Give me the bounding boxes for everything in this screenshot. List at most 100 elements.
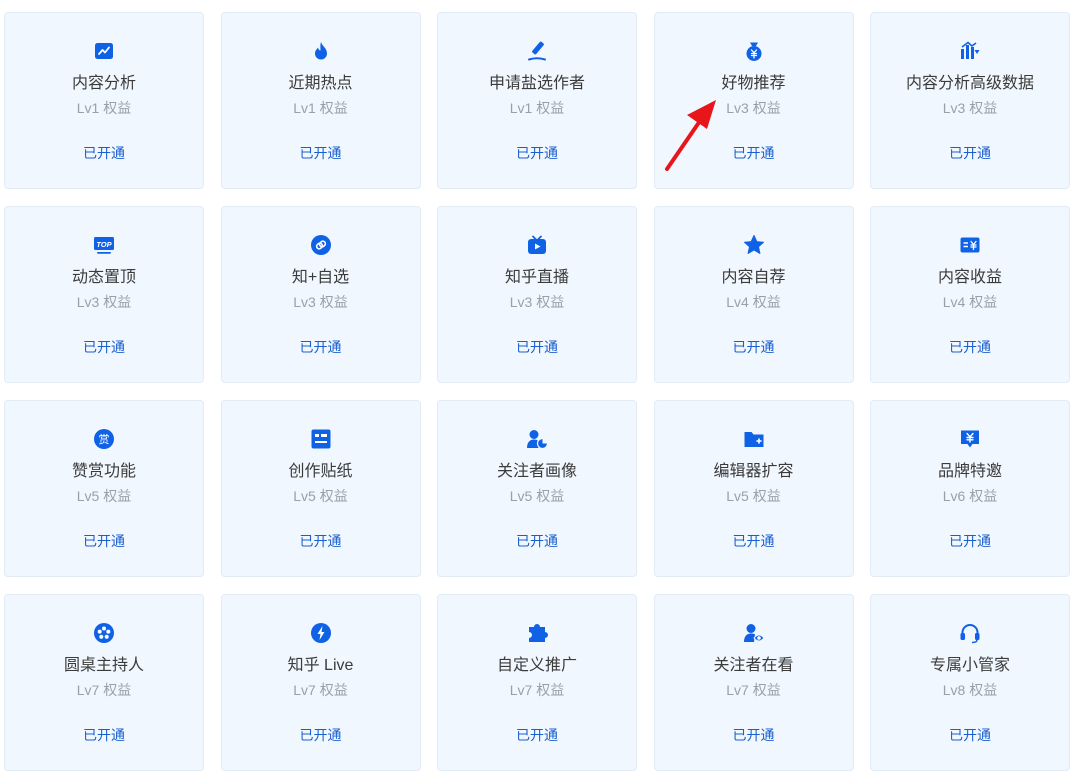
benefit-status[interactable]: 已开通 bbox=[871, 338, 1069, 356]
benefit-status[interactable]: 已开通 bbox=[655, 726, 853, 744]
benefit-status[interactable]: 已开通 bbox=[438, 532, 636, 550]
benefit-status[interactable]: 已开通 bbox=[5, 144, 203, 162]
benefit-level: Lv4 权益 bbox=[942, 294, 998, 310]
benefit-level: Lv5 权益 bbox=[726, 488, 781, 504]
benefit-name: 内容分析高级数据 bbox=[905, 75, 1034, 92]
benefit-card[interactable]: 申请盐选作者 Lv1 权益已开通 bbox=[437, 12, 637, 189]
benefit-status[interactable]: 已开通 bbox=[5, 338, 203, 356]
benefit-status[interactable]: 已开通 bbox=[5, 532, 203, 550]
benefit-level: Lv5 权益 bbox=[76, 488, 132, 504]
benefit-level: Lv7 权益 bbox=[293, 682, 348, 698]
benefit-status[interactable]: 已开通 bbox=[871, 144, 1069, 162]
bar-chart-down-icon bbox=[959, 40, 981, 62]
benefit-card[interactable]: 好物推荐 Lv3 权益已开通 bbox=[653, 12, 854, 189]
benefit-name: 圆桌主持人 bbox=[63, 657, 144, 674]
lightning-icon bbox=[310, 622, 332, 644]
tv-play-icon bbox=[526, 234, 548, 256]
benefit-level: Lv3 权益 bbox=[509, 294, 565, 310]
benefit-name: 内容分析 bbox=[71, 75, 136, 92]
benefit-card[interactable]: 赏赞赏功能 Lv5 权益已开通 bbox=[4, 400, 204, 577]
user-eye-icon bbox=[743, 622, 765, 644]
benefit-card[interactable]: 专属小管家 Lv8 权益已开通 bbox=[870, 594, 1070, 771]
pen-icon bbox=[526, 40, 548, 62]
reward-coin-icon: 赏 bbox=[93, 428, 115, 450]
benefit-card[interactable]: 创作贴纸 Lv5 权益已开通 bbox=[220, 400, 421, 577]
benefit-level: Lv1 权益 bbox=[76, 100, 132, 116]
benefit-name: 近期热点 bbox=[288, 75, 353, 92]
benefit-name: 内容收益 bbox=[937, 269, 1002, 286]
benefit-level: Lv3 权益 bbox=[293, 294, 348, 310]
headset-icon bbox=[959, 622, 981, 644]
benefit-status[interactable]: 已开通 bbox=[222, 144, 420, 162]
benefit-name: 知乎直播 bbox=[504, 269, 569, 286]
benefit-level: Lv3 权益 bbox=[726, 100, 781, 116]
round-table-icon bbox=[93, 622, 115, 644]
benefit-card[interactable]: 知乎直播 Lv3 权益已开通 bbox=[437, 206, 637, 383]
benefit-level: Lv4 权益 bbox=[726, 294, 781, 310]
benefit-card[interactable]: 知+自选 Lv3 权益已开通 bbox=[220, 206, 421, 383]
benefit-status[interactable]: 已开通 bbox=[438, 144, 636, 162]
yuan-message-icon bbox=[959, 428, 981, 450]
benefit-name: 知+自选 bbox=[291, 269, 350, 286]
benefit-status[interactable]: 已开通 bbox=[655, 144, 853, 162]
benefit-name: 专属小管家 bbox=[929, 657, 1010, 674]
benefit-status[interactable]: 已开通 bbox=[871, 532, 1069, 550]
benefit-name: 好物推荐 bbox=[721, 75, 786, 92]
benefit-name: 编辑器扩容 bbox=[713, 463, 794, 480]
benefits-grid: 内容分析 Lv1 权益已开通 近期热点 Lv1 权益已开通 申请盐选作者 Lv1 权益已开… bbox=[4, 12, 1072, 771]
benefit-name: 动态置顶 bbox=[71, 269, 136, 286]
benefit-status[interactable]: 已开通 bbox=[655, 532, 853, 550]
benefit-level: Lv6 权益 bbox=[942, 488, 998, 504]
benefit-status[interactable]: 已开通 bbox=[222, 532, 420, 550]
benefit-level: Lv1 权益 bbox=[293, 100, 348, 116]
benefit-name: 关注者画像 bbox=[496, 463, 577, 480]
benefit-level: Lv1 权益 bbox=[509, 100, 565, 116]
benefit-status[interactable]: 已开通 bbox=[655, 338, 853, 356]
benefit-card[interactable]: 自定义推广 Lv7 权益已开通 bbox=[437, 594, 637, 771]
benefit-level: Lv3 权益 bbox=[76, 294, 132, 310]
benefit-status[interactable]: 已开通 bbox=[438, 338, 636, 356]
trend-chart-icon bbox=[93, 40, 115, 62]
benefit-level: Lv3 权益 bbox=[942, 100, 998, 116]
sticker-icon bbox=[310, 428, 332, 450]
benefit-card[interactable]: 圆桌主持人 Lv7 权益已开通 bbox=[4, 594, 204, 771]
benefit-card[interactable]: TOP 动态置顶 Lv3 权益已开通 bbox=[4, 206, 204, 383]
benefit-level: Lv7 权益 bbox=[509, 682, 565, 698]
benefit-level: Lv5 权益 bbox=[293, 488, 348, 504]
benefit-level: Lv7 权益 bbox=[76, 682, 132, 698]
benefit-name: 内容自荐 bbox=[721, 269, 786, 286]
benefit-card[interactable]: 编辑器扩容 Lv5 权益已开通 bbox=[653, 400, 854, 577]
benefit-status[interactable]: 已开通 bbox=[222, 726, 420, 744]
benefit-name: 创作贴纸 bbox=[288, 463, 353, 480]
puzzle-icon bbox=[526, 622, 548, 644]
benefit-status[interactable]: 已开通 bbox=[871, 726, 1069, 744]
benefit-status[interactable]: 已开通 bbox=[438, 726, 636, 744]
star-icon bbox=[743, 234, 765, 256]
benefit-status[interactable]: 已开通 bbox=[5, 726, 203, 744]
benefit-level: Lv5 权益 bbox=[509, 488, 565, 504]
benefit-status[interactable]: 已开通 bbox=[222, 338, 420, 356]
benefit-card[interactable]: 品牌特邀 Lv6 权益已开通 bbox=[870, 400, 1070, 577]
benefit-name: 自定义推广 bbox=[496, 657, 577, 674]
top-badge-icon: TOP bbox=[93, 234, 115, 256]
svg-text:赏: 赏 bbox=[99, 433, 110, 446]
money-bag-icon bbox=[743, 40, 765, 62]
benefit-name: 申请盐选作者 bbox=[488, 75, 585, 92]
benefit-name: 知乎 Live bbox=[287, 657, 354, 674]
user-pie-icon bbox=[526, 428, 548, 450]
benefit-card[interactable]: 知乎 Live Lv7 权益已开通 bbox=[220, 594, 421, 771]
benefit-name: 赞赏功能 bbox=[71, 463, 136, 480]
benefit-level: Lv8 权益 bbox=[942, 682, 998, 698]
benefit-card[interactable]: 关注者在看 Lv7 权益 已开通 bbox=[653, 594, 854, 771]
benefit-card[interactable]: 内容自荐 Lv4 权益已开通 bbox=[653, 206, 854, 383]
benefit-card[interactable]: 内容分析 Lv1 权益已开通 bbox=[4, 12, 204, 189]
benefit-card[interactable]: 近期热点 Lv1 权益已开通 bbox=[220, 12, 421, 189]
benefit-card[interactable]: 关注者画像 Lv5 权益已开通 bbox=[437, 400, 637, 577]
flame-icon bbox=[310, 40, 332, 62]
benefit-name: 品牌特邀 bbox=[937, 463, 1002, 480]
svg-text:TOP: TOP bbox=[96, 240, 112, 249]
benefit-name: 关注者在看 bbox=[713, 657, 794, 674]
benefit-card[interactable]: 内容分析高级数据 Lv3 权益已开通 bbox=[870, 12, 1070, 189]
folder-plus-icon bbox=[743, 428, 765, 450]
benefit-card[interactable]: 内容收益 Lv4 权益已开通 bbox=[870, 206, 1070, 383]
